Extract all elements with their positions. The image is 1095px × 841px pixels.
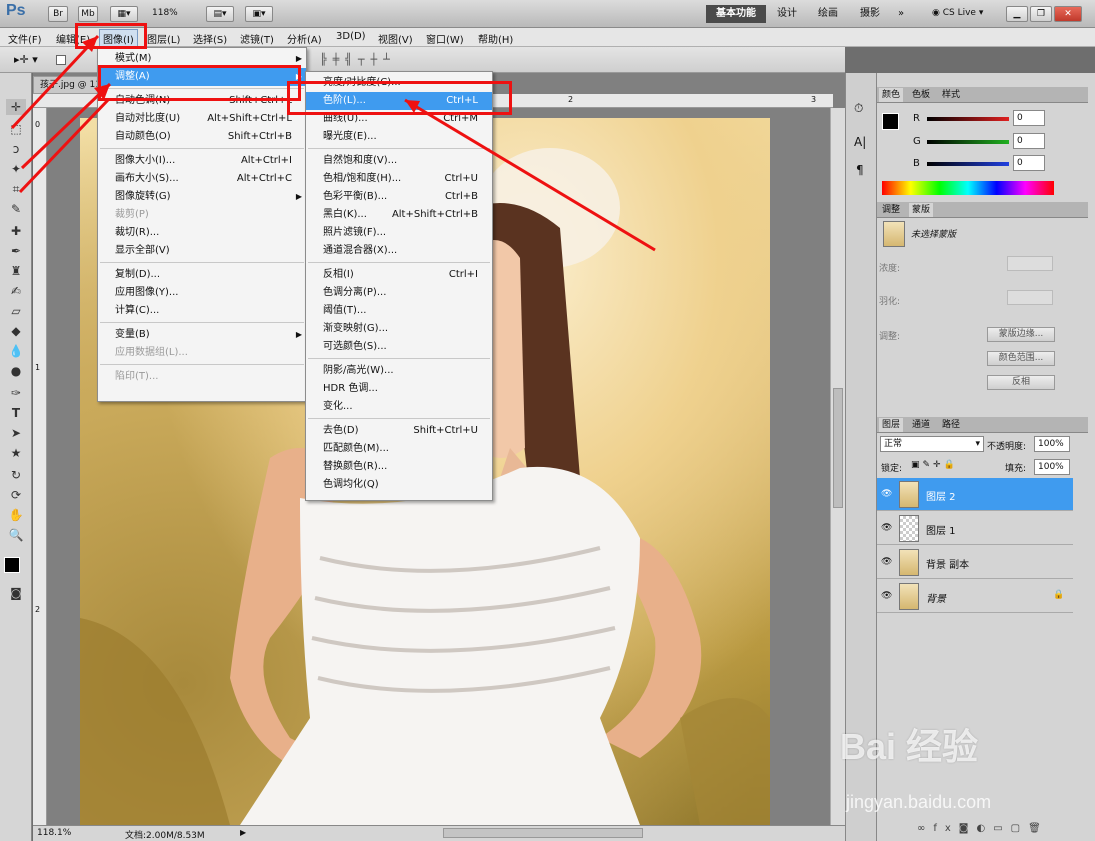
annotation-arrows bbox=[10, 34, 656, 252]
annotation-arrow bbox=[10, 34, 100, 130]
annotation-arrow bbox=[404, 98, 656, 252]
annotation-arrow bbox=[20, 82, 112, 170]
annotation-arrow bbox=[18, 98, 110, 194]
